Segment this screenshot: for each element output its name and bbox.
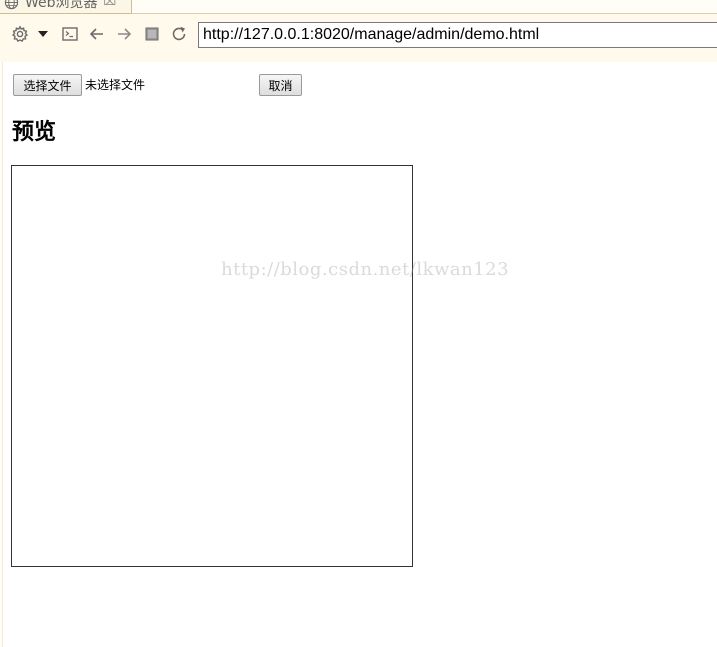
preview-heading: 预览 — [12, 119, 57, 145]
gear-icon[interactable] — [10, 24, 30, 44]
tab-web-browser[interactable]: Web浏览器 ⌧ — [0, 0, 132, 14]
forward-icon[interactable] — [114, 24, 134, 44]
dropdown-arrow-icon[interactable] — [34, 24, 52, 44]
stop-icon[interactable] — [142, 24, 162, 44]
console-icon[interactable] — [60, 24, 80, 44]
preview-box — [11, 165, 413, 567]
page-content: 选择文件 未选择文件 取消 预览 — [2, 62, 717, 647]
tab-title: Web浏览器 — [25, 0, 98, 11]
cancel-button[interactable]: 取消 — [259, 74, 302, 96]
watermark-text: http://blog.csdn.net/lkwan123 — [221, 259, 510, 280]
url-input[interactable] — [198, 22, 717, 48]
back-icon[interactable] — [87, 24, 107, 44]
browser-toolbar — [0, 14, 717, 62]
tab-strip: Web浏览器 ⌧ — [0, 0, 717, 14]
refresh-icon[interactable] — [169, 24, 189, 44]
choose-file-button[interactable]: 选择文件 — [13, 74, 82, 96]
file-status-text: 未选择文件 — [85, 78, 146, 92]
globe-icon — [4, 0, 19, 10]
close-icon[interactable]: ⌧ — [104, 0, 117, 8]
